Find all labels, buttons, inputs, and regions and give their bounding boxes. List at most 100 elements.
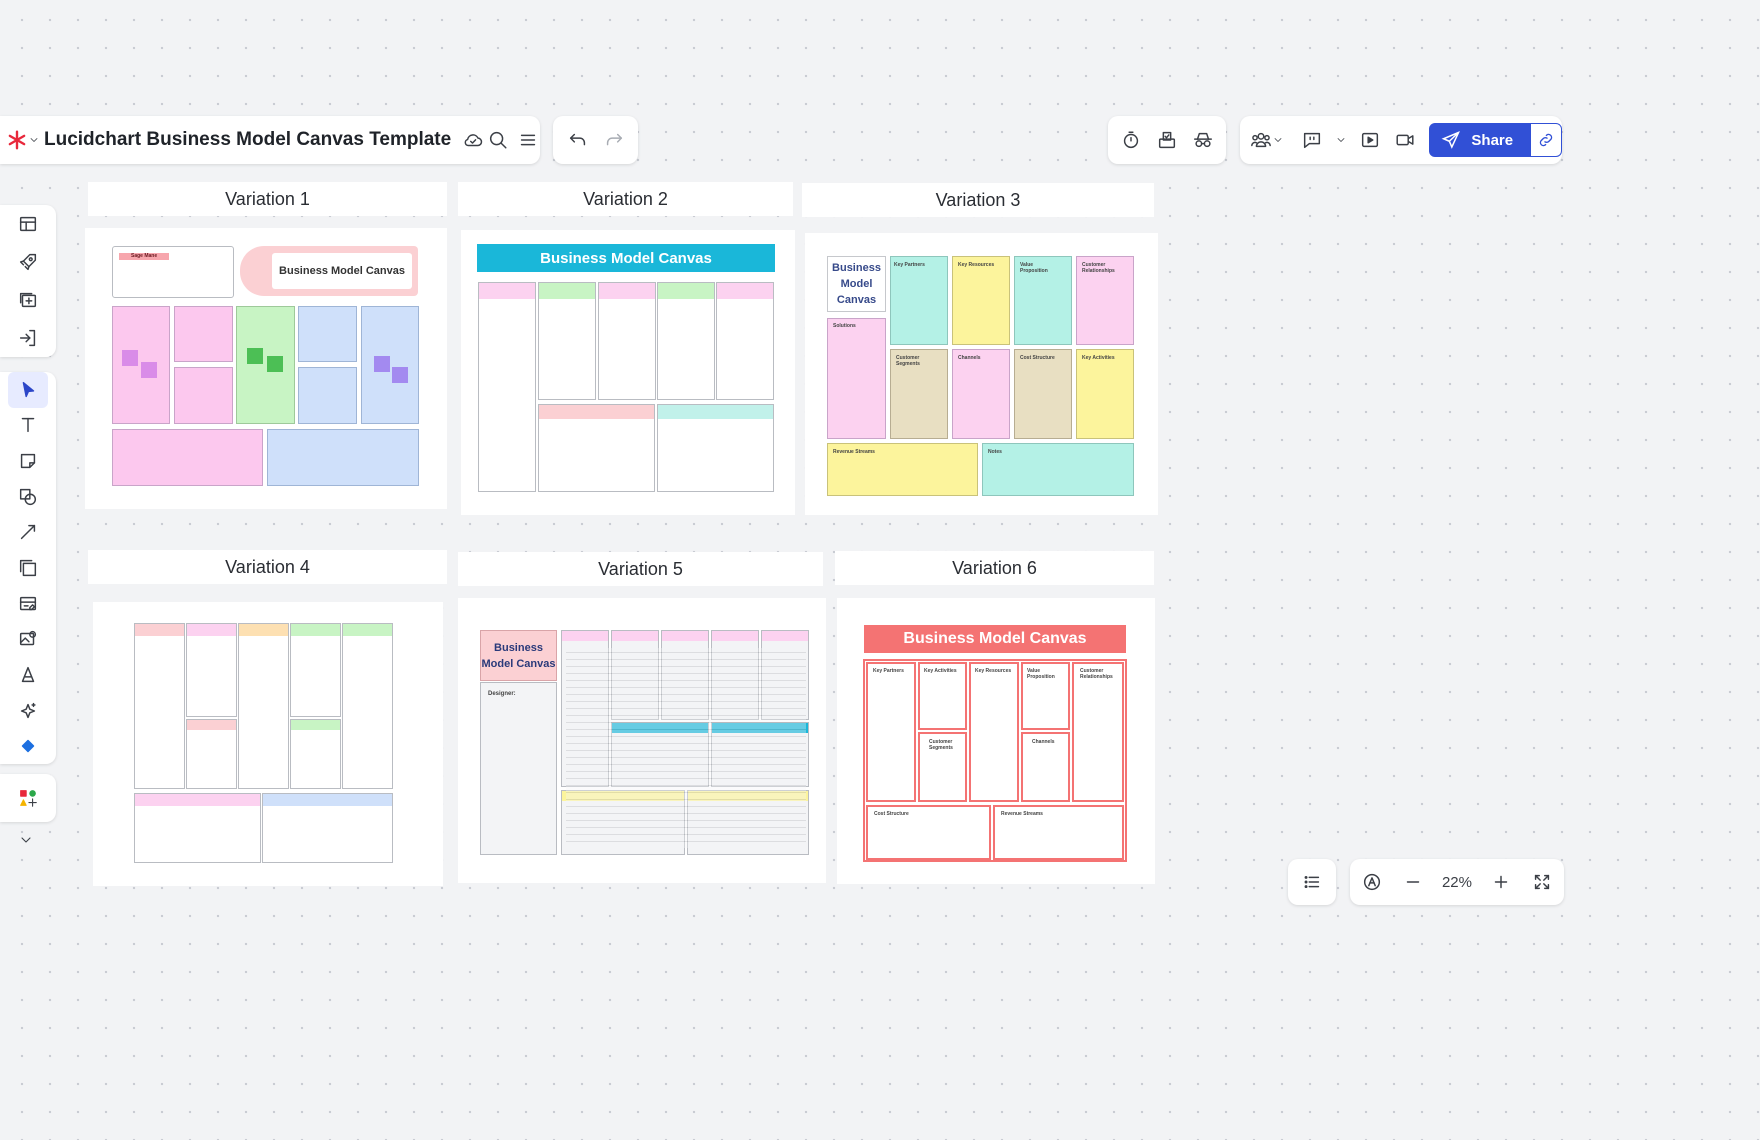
container-icon [19,559,37,577]
left-apps-toolbar [0,774,56,822]
zoom-out-button[interactable] [1395,864,1431,900]
presentation-play-icon [1361,132,1378,148]
v5-col-2 [611,630,659,720]
variation-3-canvas[interactable]: Business Model Canvas Solutions Key Part… [805,233,1158,515]
v5-col-4 [711,630,759,720]
v1-cell-8 [112,429,263,486]
draw-tool[interactable] [8,657,48,693]
v5-col-3-head [662,631,708,641]
v4-col-1-head [135,624,184,636]
image-tool[interactable] [8,621,48,657]
video-call-button[interactable] [1388,122,1424,158]
v3-value-proposition: Value Proposition [1014,256,1072,345]
present-button[interactable] [1352,122,1388,158]
variation-2-canvas[interactable]: Business Model Canvas [461,230,795,515]
v1-cell-3 [174,367,233,424]
v6-title-bar: Business Model Canvas [864,625,1126,653]
zoom-level[interactable]: 22% [1435,874,1479,891]
add-shapes-icon [20,790,37,807]
search-button[interactable] [486,122,510,158]
v6-cost-structure: Cost Structure [866,805,991,860]
v3-key-partners: Key Partners [890,256,948,345]
undo-icon [569,133,585,146]
v5-mid-left-head [612,723,708,733]
line-arrow-icon [20,525,36,540]
outline-button[interactable] [1294,864,1330,900]
frame-tool[interactable] [8,550,48,586]
shapes-tool[interactable] [8,479,48,515]
v4-col-2a-head [187,624,236,636]
sticky-note-tool[interactable] [8,443,48,479]
pen-nib-icon [21,666,35,683]
text-tool[interactable] [8,408,48,444]
share-button-label: Share [1471,131,1514,149]
v4-bottom-left-head [135,794,260,806]
lucid-logo-menu[interactable] [6,122,40,158]
left-shape-toolbar [0,372,56,764]
variation-5-label: Variation 5 [458,552,823,586]
zoom-in-button[interactable] [1483,864,1519,900]
v4-col-3-head [239,624,288,636]
sparkle-icon [20,702,36,718]
v2-col-1 [478,282,536,492]
bulleted-list-icon [1304,875,1320,889]
main-menu-button[interactable] [516,122,540,158]
private-mode-button[interactable] [1185,122,1221,158]
chevron-down-icon [30,138,38,142]
v3-revenue-streams: Revenue Streams [827,443,978,496]
v6-value-proposition: Value Proposition [1021,662,1070,730]
select-tool[interactable] [8,372,48,408]
chevron-down-icon [1274,138,1282,142]
v1-cell-2 [174,306,233,362]
cloud-save-button[interactable] [461,122,485,158]
variation-1-canvas[interactable]: Sage Mane Business Model Canvas [85,228,447,509]
redo-button[interactable] [596,122,632,158]
collaborators-button[interactable] [1240,122,1294,158]
table-tool[interactable] [8,586,48,622]
v2-col-4 [657,282,715,400]
ballot-box-icon [1158,131,1176,149]
comments-button[interactable] [1294,122,1330,158]
v2-bottom-left-head [539,405,654,419]
line-tool[interactable] [8,515,48,551]
apps-button[interactable] [8,778,48,818]
document-title[interactable]: Lucidchart Business Model Canvas Templat… [44,129,451,151]
video-camera-icon [1396,134,1414,146]
v2-col-4-head [658,283,714,299]
ai-tool[interactable] [8,693,48,729]
v6-customer-relationships: Customer Relationships [1072,662,1124,802]
lucid-diamond-tool[interactable] [8,728,48,764]
import-icon [19,329,36,347]
cursor-arrow-icon [22,381,35,397]
v4-col-3 [238,623,289,789]
v4-col-2b-head [187,720,236,730]
rocket-icon [19,253,37,271]
v5-col-1 [561,630,609,787]
variation-5-canvas[interactable]: Business Model Canvas Designer: [458,598,826,883]
quick-start-button[interactable] [8,243,48,281]
timer-button[interactable] [1113,122,1149,158]
insert-frame-button[interactable] [8,281,48,319]
voting-button[interactable] [1149,122,1185,158]
import-button[interactable] [8,319,48,357]
copy-link-button[interactable] [1531,123,1563,157]
fit-to-screen-button[interactable] [1524,864,1560,900]
share-button[interactable]: Share [1429,123,1532,157]
annotation-button[interactable] [1354,864,1390,900]
v4-col-4a [290,623,341,717]
templates-panel-button[interactable] [8,205,48,243]
image-icon [19,631,37,646]
variation-6-canvas[interactable]: Business Model Canvas Key Partners Key A… [837,598,1155,884]
v4-col-2a [186,623,237,717]
undo-button[interactable] [560,122,596,158]
comments-dropdown[interactable] [1330,122,1352,158]
v1-sticky-f [392,367,408,383]
v2-col-1-head [479,283,535,299]
expand-toolbar-button[interactable] [8,822,44,858]
variation-4-canvas[interactable] [93,602,443,886]
v1-cell-5 [298,306,357,362]
v5-col-5-head [762,631,808,641]
v3-customer-segments: Customer Segments [890,349,948,439]
v1-title-box: Business Model Canvas [272,253,412,289]
v4-col-5 [342,623,393,789]
